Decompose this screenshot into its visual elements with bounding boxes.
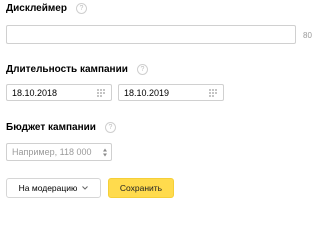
moderation-dropdown-button[interactable]: На модерацию [6,178,101,198]
start-date-value: 18.10.2018 [12,87,58,98]
budget-input[interactable]: Например, 118 000 [6,143,112,161]
start-date-input[interactable]: 18.10.2018 [6,84,112,101]
budget-placeholder: Например, 118 000 [12,147,92,157]
budget-title-text: Бюджет кампании [6,122,96,133]
campaign-form: Дисклеймер ? 80 Длительность кампании ? … [0,0,320,200]
disclaimer-title: Дисклеймер ? [6,3,87,14]
end-date-input[interactable]: 18.10.2019 [118,84,224,101]
duration-title: Длительность кампании ? [6,64,148,75]
disclaimer-title-text: Дисклеймер [6,3,67,14]
budget-title: Бюджет кампании ? [6,122,116,133]
save-button[interactable]: Сохранить [108,178,174,198]
help-icon[interactable]: ? [75,3,87,14]
duration-title-text: Длительность кампании [6,64,128,75]
calendar-icon[interactable] [209,88,219,97]
save-label: Сохранить [119,183,163,193]
spin-arrows-icon[interactable] [103,148,107,157]
chevron-down-icon [82,186,89,190]
disclaimer-input[interactable] [6,25,296,44]
end-date-value: 18.10.2019 [124,87,170,98]
disclaimer-char-counter: 80 [303,31,312,40]
calendar-icon[interactable] [97,88,107,97]
moderation-label: На модерацию [18,183,78,193]
help-icon[interactable]: ? [136,64,148,75]
help-icon[interactable]: ? [104,122,116,133]
